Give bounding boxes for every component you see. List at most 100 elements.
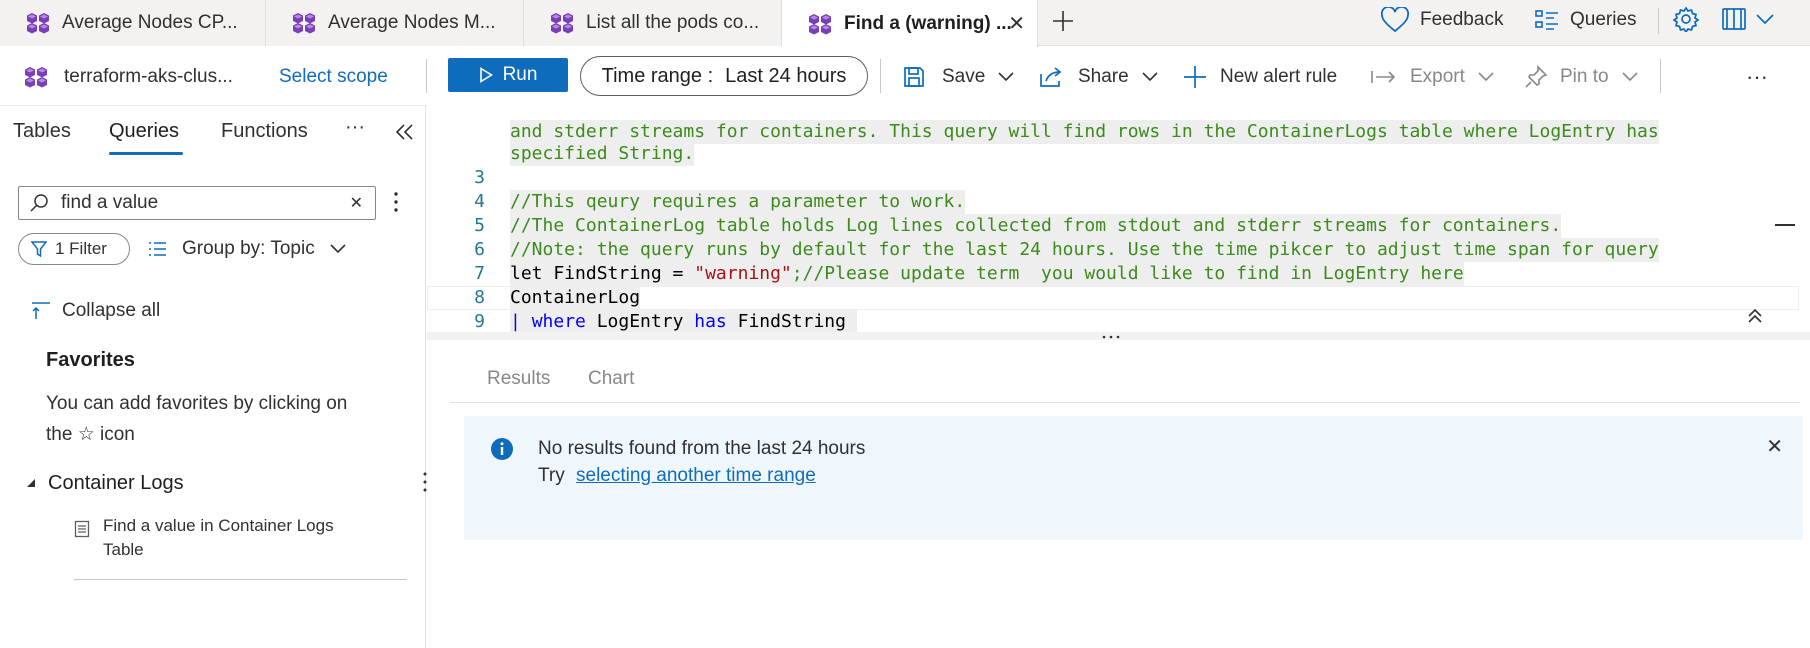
collapse-all-label: Collapse all xyxy=(62,300,161,321)
tab-average-nodes-memory[interactable]: Average Nodes M... xyxy=(266,0,524,46)
code-comment: ;//Please update term you would like to … xyxy=(791,263,1464,284)
close-icon[interactable]: ✕ xyxy=(1766,434,1783,459)
collapse-editor-icon[interactable] xyxy=(1745,306,1765,326)
aks-cluster-icon xyxy=(808,13,832,35)
code-text: specified String. xyxy=(510,142,695,166)
plus-icon xyxy=(1182,64,1208,90)
aks-cluster-icon xyxy=(550,12,574,34)
save-label: Save xyxy=(942,65,986,87)
divider xyxy=(1658,8,1659,34)
code-text: | where LogEntry has FindString xyxy=(510,310,857,332)
code-text: let FindString = "warning";//Please upda… xyxy=(510,262,1464,286)
active-tab-underline xyxy=(109,152,183,155)
tab-label: List all the pods co... xyxy=(586,12,760,33)
select-time-range-link[interactable]: selecting another time range xyxy=(576,465,816,486)
divider xyxy=(426,59,427,93)
collapse-all-button[interactable]: Collapse all xyxy=(30,298,160,324)
aks-cluster-icon xyxy=(26,12,50,34)
code-line: 9 |take 100 xyxy=(427,286,485,332)
time-range-value: Last 24 hours xyxy=(725,64,847,87)
share-label: Share xyxy=(1078,65,1129,87)
new-alert-label: New alert rule xyxy=(1220,65,1338,87)
more-tabs-button[interactable]: ··· xyxy=(345,116,365,139)
left-query-panel: Tables Queries Functions ··· ✕ 1 Filter … xyxy=(0,106,427,648)
tab-functions[interactable]: Functions xyxy=(221,120,308,143)
group-by-dropdown[interactable]: Group by: Topic xyxy=(148,233,347,265)
queries-button[interactable]: Queries xyxy=(1534,0,1637,40)
filter-label: 1 Filter xyxy=(55,239,107,258)
tab-results[interactable]: Results xyxy=(487,368,550,390)
query-item-line1: Find a value in Container Logs xyxy=(103,516,334,535)
chevron-down-icon xyxy=(1477,70,1495,84)
no-results-text: No results found from the last 24 hours xyxy=(538,438,866,459)
tab-list-all-pods[interactable]: List all the pods co... xyxy=(524,0,782,46)
time-range-prefix: Time range : xyxy=(601,64,714,87)
divider xyxy=(1660,59,1661,93)
close-tab-icon[interactable]: ✕ xyxy=(1008,11,1025,36)
tab-chart[interactable]: Chart xyxy=(588,368,634,390)
select-scope-link[interactable]: Select scope xyxy=(279,47,388,106)
code-text: //This qeury requires a parameter to wor… xyxy=(510,190,966,214)
group-list-icon xyxy=(148,240,168,258)
scope-display: terraform-aks-clus... xyxy=(24,47,233,106)
play-icon xyxy=(479,67,493,83)
book-icon[interactable] xyxy=(1720,6,1748,32)
scope-name: terraform-aks-clus... xyxy=(64,65,233,87)
code-line: 3 //This qeury requires a parameter to w… xyxy=(427,142,966,214)
code-keyword: has xyxy=(694,311,727,332)
filter-button[interactable]: 1 Filter xyxy=(18,233,130,265)
code-line: 8 | where LogEntry has FindString xyxy=(427,262,857,332)
code-line: 4 //The ContainerLog table holds Log lin… xyxy=(427,166,1562,238)
clear-search-icon[interactable]: ✕ xyxy=(350,193,363,213)
tab-tables[interactable]: Tables xyxy=(13,120,71,143)
export-arrow-icon xyxy=(1370,67,1398,87)
heart-icon xyxy=(1380,7,1410,33)
collapse-panel-icon[interactable] xyxy=(394,122,416,142)
favorites-heading: Favorites xyxy=(46,349,135,371)
add-tab-icon[interactable] xyxy=(1050,8,1076,34)
try-hint: Try selecting another time range xyxy=(538,465,816,487)
group-by-label: Group by: Topic xyxy=(182,238,315,259)
code-line: 5 //Note: the query runs by default for … xyxy=(427,190,1659,262)
share-icon xyxy=(1038,65,1064,89)
code-keyword: where xyxy=(531,311,586,332)
tab-queries[interactable]: Queries xyxy=(109,120,179,143)
container-logs-group[interactable]: Container Logs xyxy=(26,470,184,496)
caret-expanded-icon xyxy=(26,478,36,488)
info-icon xyxy=(490,437,514,461)
code-token: LogEntry xyxy=(585,311,695,332)
code-text: //Note: the query runs by default for th… xyxy=(510,238,1659,262)
code-line: 6 let FindString = "warning";//Please up… xyxy=(427,214,1464,286)
pin-icon xyxy=(1524,64,1548,89)
tab-average-nodes-cpu[interactable]: Average Nodes CP... xyxy=(0,0,266,46)
aks-cluster-icon xyxy=(24,66,48,88)
tab-find-warning[interactable]: Find a (warning) ... ✕ xyxy=(782,0,1038,47)
divider xyxy=(450,402,1800,403)
query-editor[interactable]: and stderr streams for containers. This … xyxy=(427,96,1810,332)
search-input[interactable] xyxy=(61,192,331,214)
scrollbar-marker xyxy=(1775,224,1795,226)
code-token: FindString xyxy=(726,311,857,332)
gear-icon[interactable] xyxy=(1673,6,1699,32)
chevron-down-icon xyxy=(1621,70,1639,84)
queries-list-icon xyxy=(1534,8,1560,32)
code-text: //The ContainerLog table holds Log lines… xyxy=(510,214,1562,238)
query-document-icon xyxy=(74,520,90,538)
pin-label: Pin to xyxy=(1560,65,1609,87)
aks-cluster-icon xyxy=(292,12,316,34)
tab-label: Find a (warning) ... xyxy=(844,12,1012,34)
chevron-down-icon[interactable] xyxy=(1754,10,1776,28)
code-line: specified String. xyxy=(427,118,695,166)
chevron-down-icon xyxy=(329,242,347,256)
favorites-hint-line1: You can add favorites by clicking on xyxy=(46,393,348,414)
code-text: and stderr streams for containers. This … xyxy=(510,120,1659,144)
run-button[interactable]: Run xyxy=(448,58,568,92)
feedback-button[interactable]: Feedback xyxy=(1380,0,1503,40)
query-search-box: ✕ xyxy=(18,186,376,220)
time-range-picker[interactable]: Time range : Last 24 hours xyxy=(580,56,868,96)
vertical-more-icon[interactable] xyxy=(392,190,400,214)
favorites-hint-line2: the ☆ icon xyxy=(46,424,135,445)
group-title: Container Logs xyxy=(48,471,184,494)
tab-label: Average Nodes CP... xyxy=(62,12,238,33)
tab-label: Average Nodes M... xyxy=(328,12,496,33)
